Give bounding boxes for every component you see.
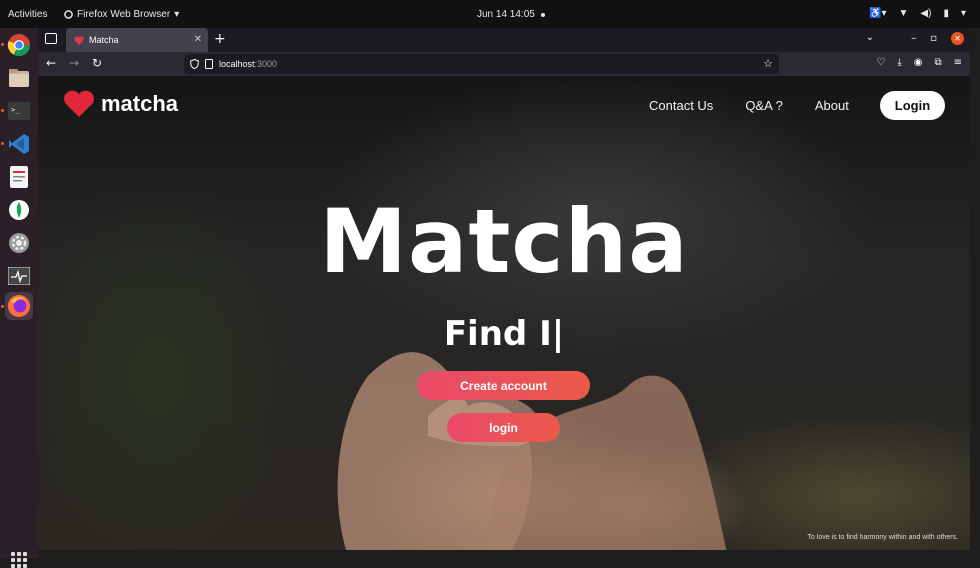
back-arrow-icon[interactable]: ← [46,56,56,70]
running-indicator [1,43,4,46]
tab-list-icon[interactable] [45,33,57,44]
pocket-icon[interactable]: ♡ [876,57,885,68]
nav-contact-us[interactable]: Contact Us [649,98,713,113]
show-applications-icon[interactable] [11,552,27,568]
network-icon[interactable]: ▼ [899,8,909,19]
running-indicator [1,109,4,112]
url-bar[interactable]: localhost:3000 ☆ [184,54,779,74]
account-icon[interactable]: ◉ [914,57,923,68]
accessibility-icon[interactable]: ♿▾ [869,8,886,19]
close-window-button[interactable]: ✕ [951,32,964,45]
activities-button[interactable]: Activities [8,9,47,20]
clock[interactable]: Jun 14 14:05 [477,9,545,20]
footer-quote: To love is to find harmony within and wi… [807,534,958,541]
brand-logo[interactable]: matcha [63,90,178,118]
url-port: :3000 [254,59,278,69]
shield-icon [190,59,199,69]
svg-text:>_: >_ [11,106,20,114]
list-all-tabs-chevron-icon[interactable]: ⌄ [866,32,874,43]
restore-button[interactable]: ▫ [930,33,937,44]
chevron-down-icon: ▾ [174,9,180,20]
notification-dot [540,12,545,17]
reload-icon[interactable]: ↻ [92,56,102,70]
tab-matcha[interactable]: Matcha ✕ [66,28,208,52]
hero-subtitle: Find I| [38,314,970,354]
login-button-top[interactable]: Login [880,91,945,120]
extensions-icon[interactable]: ⧉ [934,57,941,68]
navigation-toolbar: ← → ↻ localhost:3000 ☆ ♡ ⤓ ◉ ⧉ ≡ [38,52,970,76]
tab-bar: Matcha ✕ + ⌄ – ▫ ✕ [38,28,970,52]
terminal-icon[interactable]: >_ [5,97,33,125]
mongodb-compass-icon[interactable] [5,196,33,224]
battery-icon[interactable]: ▮ [943,8,949,19]
dock: >_ [0,28,38,568]
favicon-heart-icon [74,36,84,45]
system-tray[interactable]: ♿▾ ▼ ◀) ▮ ▾ [869,8,966,19]
chrome-icon[interactable] [5,31,33,59]
url-host: localhost [219,59,255,69]
volume-icon[interactable]: ◀) [920,8,931,19]
nav-qa[interactable]: Q&A ? [745,98,783,113]
tab-close-icon[interactable]: ✕ [194,34,202,45]
bookmark-star-icon[interactable]: ☆ [763,57,773,70]
main-nav: Contact Us Q&A ? About [649,98,849,113]
forward-arrow-icon[interactable]: → [69,56,79,70]
system-monitor-icon[interactable] [5,262,33,290]
app-menu-label: Firefox Web Browser [77,9,171,20]
system-top-bar: Activities Firefox Web Browser ▾ Jun 14 … [0,0,980,28]
nav-about[interactable]: About [815,98,849,113]
firefox-icon[interactable] [5,292,33,320]
text-editor-icon[interactable] [5,163,33,191]
settings-icon[interactable] [5,229,33,257]
downloads-icon[interactable]: ⤓ [897,57,901,68]
app-menu[interactable]: Firefox Web Browser ▾ [64,9,179,20]
running-indicator [1,305,4,308]
window-controls: – ▫ ✕ [911,32,964,45]
brand-name: matcha [101,91,179,116]
page-icon [205,59,213,69]
menu-hamburger-icon[interactable]: ≡ [954,57,962,68]
tab-title: Matcha [89,35,119,45]
heart-icon [64,90,94,117]
files-icon[interactable] [5,64,33,92]
new-tab-button[interactable]: + [214,31,226,47]
minimize-button[interactable]: – [911,33,916,44]
firefox-window: Matcha ✕ + ⌄ – ▫ ✕ ← → ↻ localhost:3000 … [38,28,970,550]
running-indicator [1,142,4,145]
typed-text: Find I| [443,314,565,354]
login-button[interactable]: login [447,413,560,442]
url-text: localhost:3000 [219,59,277,69]
toolbar-actions: ♡ ⤓ ◉ ⧉ ≡ [876,57,962,68]
power-menu-icon[interactable]: ▾ [961,8,966,19]
clock-label: Jun 14 14:05 [477,9,535,20]
matcha-landing-page: matcha Contact Us Q&A ? About Login Matc… [38,76,970,550]
firefox-small-icon [64,10,73,19]
hero-title: Matcha [319,190,689,293]
vscode-icon[interactable] [5,130,33,158]
create-account-button[interactable]: Create account [417,371,590,400]
